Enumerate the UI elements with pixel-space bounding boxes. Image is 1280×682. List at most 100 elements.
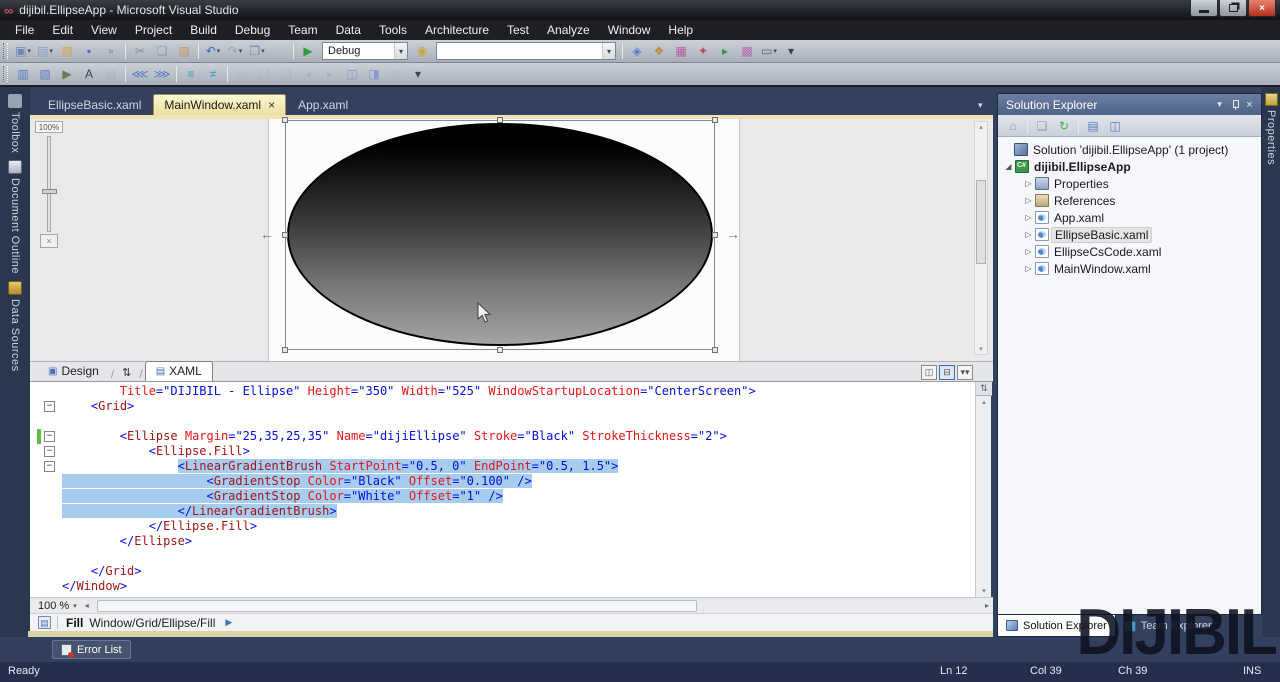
new-project-icon[interactable]: ▣ ▾ — [13, 42, 33, 60]
scroll-up-icon[interactable]: ▴ — [975, 123, 987, 131]
resize-handle[interactable] — [282, 347, 288, 353]
tree-item-dijibil-ellipseapp[interactable]: ◢ dijibil.EllipseApp — [998, 158, 1261, 175]
close-button[interactable]: × — [1248, 0, 1276, 17]
solution-explorer-icon[interactable]: ❖ — [649, 42, 669, 60]
copy-icon[interactable]: ❏ — [152, 42, 172, 60]
fold-collapse-icon[interactable]: − — [44, 431, 55, 442]
object-browser-icon[interactable]: ✦ — [693, 42, 713, 60]
scroll-up-icon[interactable]: ▴ — [976, 398, 992, 406]
tab-ellipsebasic-xaml[interactable]: EllipseBasic.xaml — [38, 94, 151, 115]
tree-item-ellipsecscode-xaml[interactable]: ▷ EllipseCsCode.xaml — [998, 243, 1261, 260]
breadcrumb-current-element[interactable]: Fill — [66, 616, 83, 630]
start-page-icon[interactable]: ▸ — [715, 42, 735, 60]
resize-handle[interactable] — [712, 117, 718, 123]
menu-file[interactable]: File — [6, 21, 43, 39]
menu-team[interactable]: Team — [279, 21, 326, 39]
format-document-icon[interactable]: ▥ — [13, 65, 33, 83]
minimize-button[interactable] — [1190, 0, 1218, 17]
code-line[interactable] — [62, 549, 975, 564]
menu-view[interactable]: View — [82, 21, 126, 39]
tree-item-properties[interactable]: ▷ Properties — [998, 175, 1261, 192]
expander-collapsed-icon[interactable]: ▷ — [1022, 264, 1035, 273]
format-selection-icon[interactable]: ▧ — [35, 65, 55, 83]
tab-xaml[interactable]: ▤ XAML — [144, 361, 213, 381]
vertical-split-button[interactable]: ◫ — [921, 365, 937, 380]
expander-collapsed-icon[interactable]: ▷ — [1022, 213, 1035, 222]
expander-collapsed-icon[interactable]: ▷ — [1022, 196, 1035, 205]
code-line[interactable]: </Window> — [62, 579, 975, 594]
sidebar-tab-toolbox[interactable]: Toolbox — [0, 87, 30, 153]
tree-item-mainwindow-xaml[interactable]: ▷ MainWindow.xaml — [998, 260, 1261, 277]
code-line[interactable]: </LinearGradientBrush> — [62, 504, 975, 519]
properties-window-icon[interactable]: ▦ — [671, 42, 691, 60]
code-lines[interactable]: Title="DIJIBIL - Ellipse" Height="350" W… — [62, 384, 975, 594]
expander-collapsed-icon[interactable]: ▷ — [1022, 230, 1035, 239]
expander-collapsed-icon[interactable]: ▷ — [1022, 247, 1035, 256]
command-window-icon[interactable]: ▭ ▾ — [759, 42, 779, 60]
menu-data[interactable]: Data — [327, 21, 370, 39]
previous-bookmark-icon[interactable]: ◫ — [342, 65, 362, 83]
code-line[interactable]: <GradientStop Color="Black" Offset="0.10… — [62, 474, 975, 489]
indent-decrease-icon[interactable]: ⋘ — [130, 65, 150, 83]
show-all-files-icon[interactable]: ❏ — [1032, 117, 1052, 135]
code-line[interactable]: <Grid> — [62, 399, 975, 414]
window-position-dropdown-icon[interactable]: ▾ — [1212, 99, 1227, 110]
redo-icon[interactable]: ↷ ▾ — [225, 42, 245, 60]
resize-handle[interactable] — [497, 347, 503, 353]
tree-item-app-xaml[interactable]: ▷ App.xaml — [998, 209, 1261, 226]
toolbar-overflow-icon[interactable]: ▾ — [781, 42, 801, 60]
sidebar-tab-document-outline[interactable]: Document Outline — [0, 153, 30, 274]
editor-splitter-handle[interactable]: ⇅ — [976, 382, 992, 396]
paste-icon[interactable]: ▧ — [174, 42, 194, 60]
fold-collapse-icon[interactable]: − — [44, 461, 55, 472]
resize-handle[interactable] — [497, 117, 503, 123]
editor-horizontal-scrollbar[interactable] — [93, 599, 979, 612]
resize-handle[interactable] — [712, 347, 718, 353]
scrollbar-thumb[interactable] — [976, 180, 986, 264]
close-tab-icon[interactable]: × — [268, 98, 275, 112]
code-line[interactable]: <LinearGradientBrush StartPoint="0.5, 0"… — [62, 459, 975, 474]
selection-adorner[interactable]: ← → — [260, 117, 740, 353]
swap-panes-button[interactable]: ⇅ — [116, 364, 137, 381]
code-line[interactable] — [62, 414, 975, 429]
scroll-down-icon[interactable]: ▾ — [976, 587, 992, 595]
fold-collapse-icon[interactable]: − — [44, 401, 55, 412]
designer-vertical-scrollbar[interactable]: ▴ ▾ — [974, 121, 988, 355]
toolbar-grip[interactable] — [3, 66, 8, 82]
scroll-right-icon[interactable]: ▸ — [981, 601, 993, 610]
designer-zoom-slider[interactable] — [42, 136, 57, 232]
extension-manager-icon[interactable]: ▩ — [737, 42, 757, 60]
title-bar[interactable]: ∞ dijibil.EllipseApp - Microsoft Visual … — [0, 0, 1280, 20]
uncomment-icon[interactable]: ≠ — [203, 65, 223, 83]
find-symbol-icon[interactable]: ◉ — [412, 42, 432, 60]
scroll-left-icon[interactable]: ◂ — [81, 601, 93, 610]
sidebar-tab-data-sources[interactable]: Data Sources — [0, 274, 30, 372]
expander-expanded-icon[interactable]: ◢ — [1002, 162, 1015, 171]
menu-help[interactable]: Help — [659, 21, 702, 39]
menu-build[interactable]: Build — [181, 21, 226, 39]
tab-design[interactable]: ▣ Design — [38, 362, 109, 381]
add-item-icon[interactable]: ▤ ▾ — [35, 42, 55, 60]
code-line[interactable]: </Ellipse> — [62, 534, 975, 549]
debug-configuration-combo[interactable]: Debug ▾ — [322, 42, 408, 60]
error-list-button[interactable]: Error List — [52, 640, 131, 659]
pointer-icon[interactable]: ▶ — [57, 65, 77, 83]
refresh-icon[interactable]: ↻ — [1054, 117, 1074, 135]
code-line[interactable]: Title="DIJIBIL - Ellipse" Height="350" W… — [62, 384, 975, 399]
menu-window[interactable]: Window — [599, 21, 660, 39]
restore-button[interactable] — [1219, 0, 1247, 17]
undo-icon[interactable]: ↶ ▾ — [203, 42, 223, 60]
toolbar-overflow-icon[interactable]: ▾ — [408, 65, 428, 83]
navigate-window-icon[interactable]: ❒ ▾ — [247, 42, 267, 60]
find-combo[interactable]: ▾ — [436, 42, 616, 60]
tab-app-xaml[interactable]: App.xaml — [288, 94, 358, 115]
zoom-slider-thumb[interactable] — [42, 189, 57, 194]
close-panel-icon[interactable]: × — [1242, 99, 1257, 111]
expander-collapsed-icon[interactable]: ▷ — [1022, 179, 1035, 188]
menu-edit[interactable]: Edit — [43, 21, 82, 39]
next-bookmark-icon[interactable]: ◨ — [364, 65, 384, 83]
editor-vertical-scrollbar[interactable]: ⇅ ▴ ▾ — [975, 382, 992, 597]
scroll-down-icon[interactable]: ▾ — [975, 345, 987, 353]
save-icon[interactable]: ▪ — [79, 42, 99, 60]
horizontal-split-button[interactable]: ⊟ — [939, 365, 955, 380]
